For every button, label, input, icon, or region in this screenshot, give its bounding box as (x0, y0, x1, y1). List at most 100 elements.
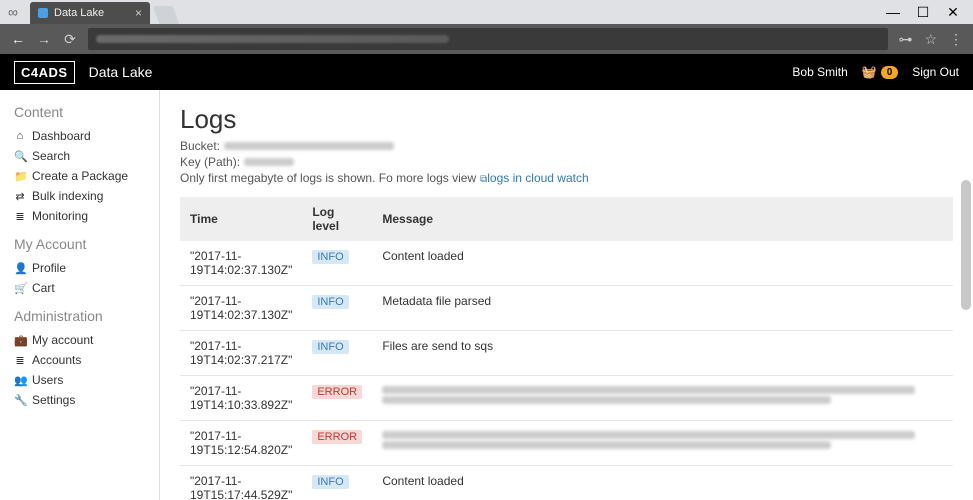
wrench-icon: 🔧 (14, 394, 26, 407)
sidebar-item-label: Monitoring (32, 209, 88, 223)
cell-message (372, 376, 953, 421)
cell-message: Content loaded (372, 466, 953, 500)
maximize-button[interactable]: ☐ (917, 6, 929, 18)
sidebar-item-search[interactable]: 🔍 Search (14, 146, 159, 166)
exchange-icon: ⇄ (14, 190, 26, 203)
sign-out-link[interactable]: Sign Out (912, 65, 959, 79)
home-icon: ⌂ (14, 130, 26, 142)
menu-icon[interactable]: ⋮ (949, 31, 963, 48)
cell-time: "2017-11-19T15:12:54.820Z" (180, 421, 302, 466)
sidebar-group-title: Administration (14, 308, 159, 324)
tab-title: Data Lake (54, 7, 104, 19)
cart-icon: 🛒 (14, 282, 26, 295)
users-icon: 👥 (14, 374, 26, 387)
table-row: "2017-11-19T15:17:44.529Z"INFOContent lo… (180, 466, 953, 500)
app-header: C4ADS Data Lake Bob Smith 🧺 0 Sign Out (0, 54, 973, 90)
key-label: Key (Path): (180, 155, 240, 169)
sidebar-item-label: Accounts (32, 353, 81, 367)
sidebar-item-label: Create a Package (32, 169, 128, 183)
col-header-message: Message (372, 197, 953, 241)
table-row: "2017-11-19T14:10:33.892Z"ERROR (180, 376, 953, 421)
sidebar-item-label: Dashboard (32, 129, 91, 143)
bucket-value-blurred (224, 142, 394, 150)
cell-level: ERROR (302, 376, 372, 421)
level-badge: INFO (312, 475, 348, 489)
cart-count-badge: 0 (881, 66, 899, 79)
message-blurred (382, 386, 915, 394)
message-blurred (382, 396, 831, 404)
sidebar-item-profile[interactable]: 👤Profile (14, 258, 159, 278)
cell-message (372, 421, 953, 466)
bucket-line: Bucket: (180, 139, 953, 153)
cell-level: INFO (302, 241, 372, 286)
sidebar-item-users[interactable]: 👥Users (14, 370, 159, 390)
star-icon[interactable]: ☆ (924, 31, 937, 48)
cell-time: "2017-11-19T14:02:37.130Z" (180, 241, 302, 286)
logo[interactable]: C4ADS (14, 61, 75, 84)
sidebar-item-monitoring[interactable]: ≣Monitoring (14, 206, 159, 226)
app-title[interactable]: Data Lake (89, 64, 153, 80)
folder-icon: 📁 (14, 170, 26, 183)
sidebar-item-accounts[interactable]: ≣ Accounts (14, 350, 159, 370)
cart-button[interactable]: 🧺 0 (862, 65, 899, 79)
browser-toolbar: ← → ⟳ ⊶ ☆ ⋮ (0, 24, 973, 54)
table-row: "2017-11-19T14:02:37.130Z" INFO Content lo… (180, 241, 953, 286)
close-window-button[interactable]: ✕ (947, 6, 959, 18)
sidebar-item-my-account[interactable]: 💼My account (14, 330, 159, 350)
cloudwatch-link-text: logs in cloud watch (487, 171, 588, 185)
logs-table: Time Log level Message "2017-11-19T14:02… (180, 197, 953, 500)
sidebar-item-create-a-package[interactable]: 📁 Create a Package (14, 166, 159, 186)
sidebar-item-label: My account (32, 333, 93, 347)
message-blurred (382, 431, 915, 439)
content-area: Logs Bucket: Key (Path): Only first mega… (160, 90, 973, 500)
key-value-blurred (244, 158, 294, 166)
sidebar-group-title: My Account (14, 236, 159, 252)
user-name[interactable]: Bob Smith (792, 65, 847, 79)
list-icon: ≣ (14, 354, 26, 367)
cell-message: Files are send to sqs (372, 331, 953, 376)
sidebar-item-label: Settings (32, 393, 75, 407)
sidebar-item-cart[interactable]: 🛒Cart (14, 278, 159, 298)
browser-tab-strip: ∞ Data Lake × (0, 0, 973, 24)
sidebar-item-bulk-indexing[interactable]: ⇄Bulk indexing (14, 186, 159, 206)
cloudwatch-link[interactable]: ⧉logs in cloud watch (480, 171, 589, 185)
level-badge: ERROR (312, 385, 362, 399)
level-badge: ERROR (312, 430, 362, 444)
note-text: Only first megabyte of logs is shown. Fo… (180, 171, 476, 185)
cell-message: Metadata file parsed (372, 286, 953, 331)
scrollbar-thumb[interactable] (961, 180, 971, 310)
cell-level: INFO (302, 331, 372, 376)
address-bar[interactable] (88, 28, 888, 50)
col-header-time: Time (180, 197, 302, 241)
search-icon: 🔍 (14, 150, 26, 163)
table-row: "2017-11-19T14:02:37.217Z"INFOFiles are … (180, 331, 953, 376)
cell-level: INFO (302, 286, 372, 331)
tab-close-icon[interactable]: × (135, 6, 142, 20)
favicon-icon (38, 8, 48, 18)
key-icon[interactable]: ⊶ (898, 31, 912, 48)
basket-icon: 🧺 (862, 65, 877, 79)
sidebar-item-dashboard[interactable]: ⌂ Dashboard (14, 126, 159, 146)
bucket-label: Bucket: (180, 139, 220, 153)
minimize-button[interactable]: — (887, 6, 899, 18)
sidebar: Content ⌂ Dashboard 🔍 Search 📁 Create a Packag… (0, 90, 160, 500)
forward-button[interactable]: → (36, 31, 52, 47)
note-line: Only first megabyte of logs is shown. Fo… (180, 171, 953, 185)
cell-time: "2017-11-19T14:02:37.217Z" (180, 331, 302, 376)
sidebar-group-title: Content (14, 104, 159, 120)
browser-tab[interactable]: Data Lake × (30, 2, 150, 24)
cell-message: Content loaded (372, 241, 953, 286)
sidebar-item-label: Search (32, 149, 70, 163)
key-line: Key (Path): (180, 155, 953, 169)
message-blurred (382, 441, 831, 449)
col-header-level: Log level (302, 197, 372, 241)
new-tab-button[interactable] (153, 6, 180, 24)
cell-level: INFO (302, 466, 372, 500)
table-row: "2017-11-19T14:02:37.130Z"INFOMetadata f… (180, 286, 953, 331)
back-button[interactable]: ← (10, 31, 26, 47)
incognito-icon: ∞ (8, 4, 18, 20)
reload-button[interactable]: ⟳ (62, 31, 78, 48)
sidebar-item-settings[interactable]: 🔧 Settings (14, 390, 159, 410)
url-text-blurred (96, 35, 449, 43)
level-badge: INFO (312, 250, 348, 264)
